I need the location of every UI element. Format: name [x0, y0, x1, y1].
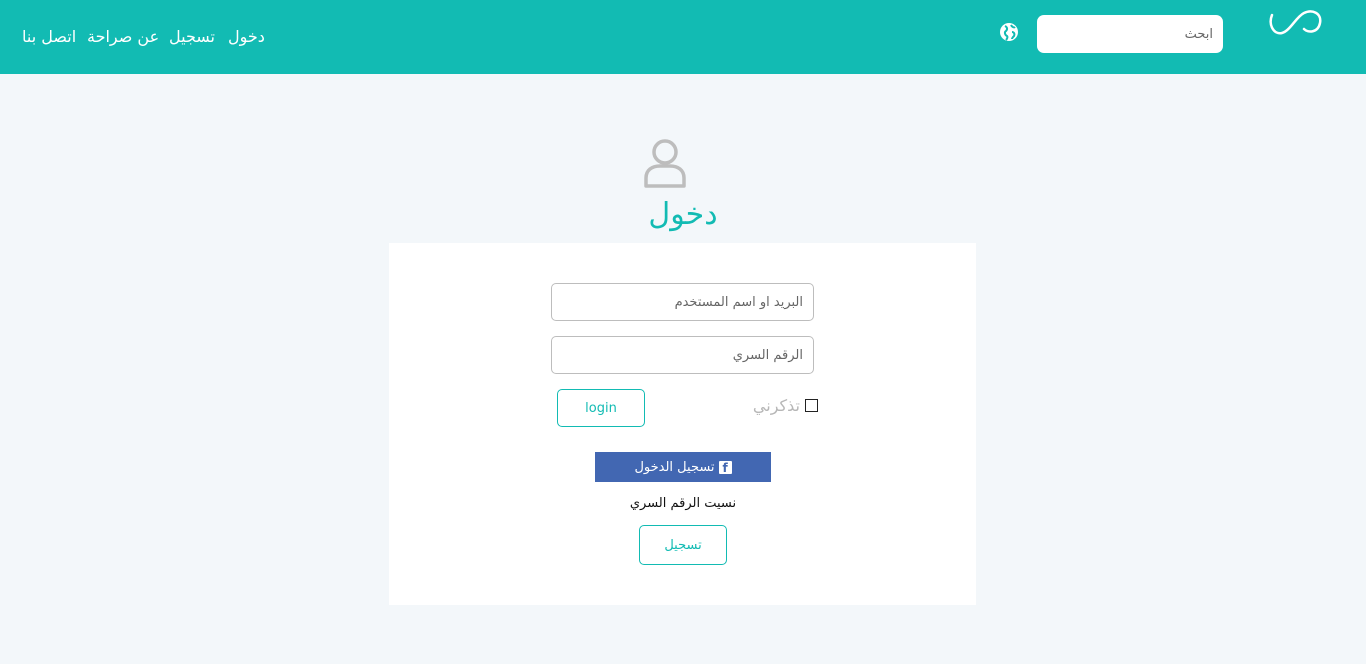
forgot-password-link[interactable]: نسيت الرقم السري — [583, 496, 783, 511]
infinity-logo[interactable] — [1266, 7, 1326, 39]
remember-me-checkbox[interactable] — [805, 399, 818, 412]
user-icon — [644, 139, 686, 188]
register-button[interactable]: تسجيل — [639, 525, 727, 565]
page-title: دخول — [648, 197, 718, 232]
remember-me-label: تذكرني — [752, 396, 800, 415]
facebook-login-label: تسجيل الدخول — [634, 459, 715, 475]
top-navbar: دخول تسجيل عن صراحة اتصل بنا — [0, 0, 1366, 74]
facebook-icon: f — [718, 460, 732, 475]
login-button[interactable]: login — [557, 389, 645, 427]
globe-icon[interactable] — [999, 22, 1019, 42]
facebook-login-button[interactable]: f تسجيل الدخول — [595, 452, 771, 482]
nav-register-link[interactable]: تسجيل — [169, 27, 215, 49]
email-field[interactable] — [551, 283, 814, 321]
nav-login-link[interactable]: دخول — [228, 27, 265, 49]
nav-contact-link[interactable]: اتصل بنا — [22, 27, 76, 49]
search-input[interactable] — [1037, 15, 1223, 53]
nav-about-link[interactable]: عن صراحة — [87, 27, 159, 49]
password-field[interactable] — [551, 336, 814, 374]
